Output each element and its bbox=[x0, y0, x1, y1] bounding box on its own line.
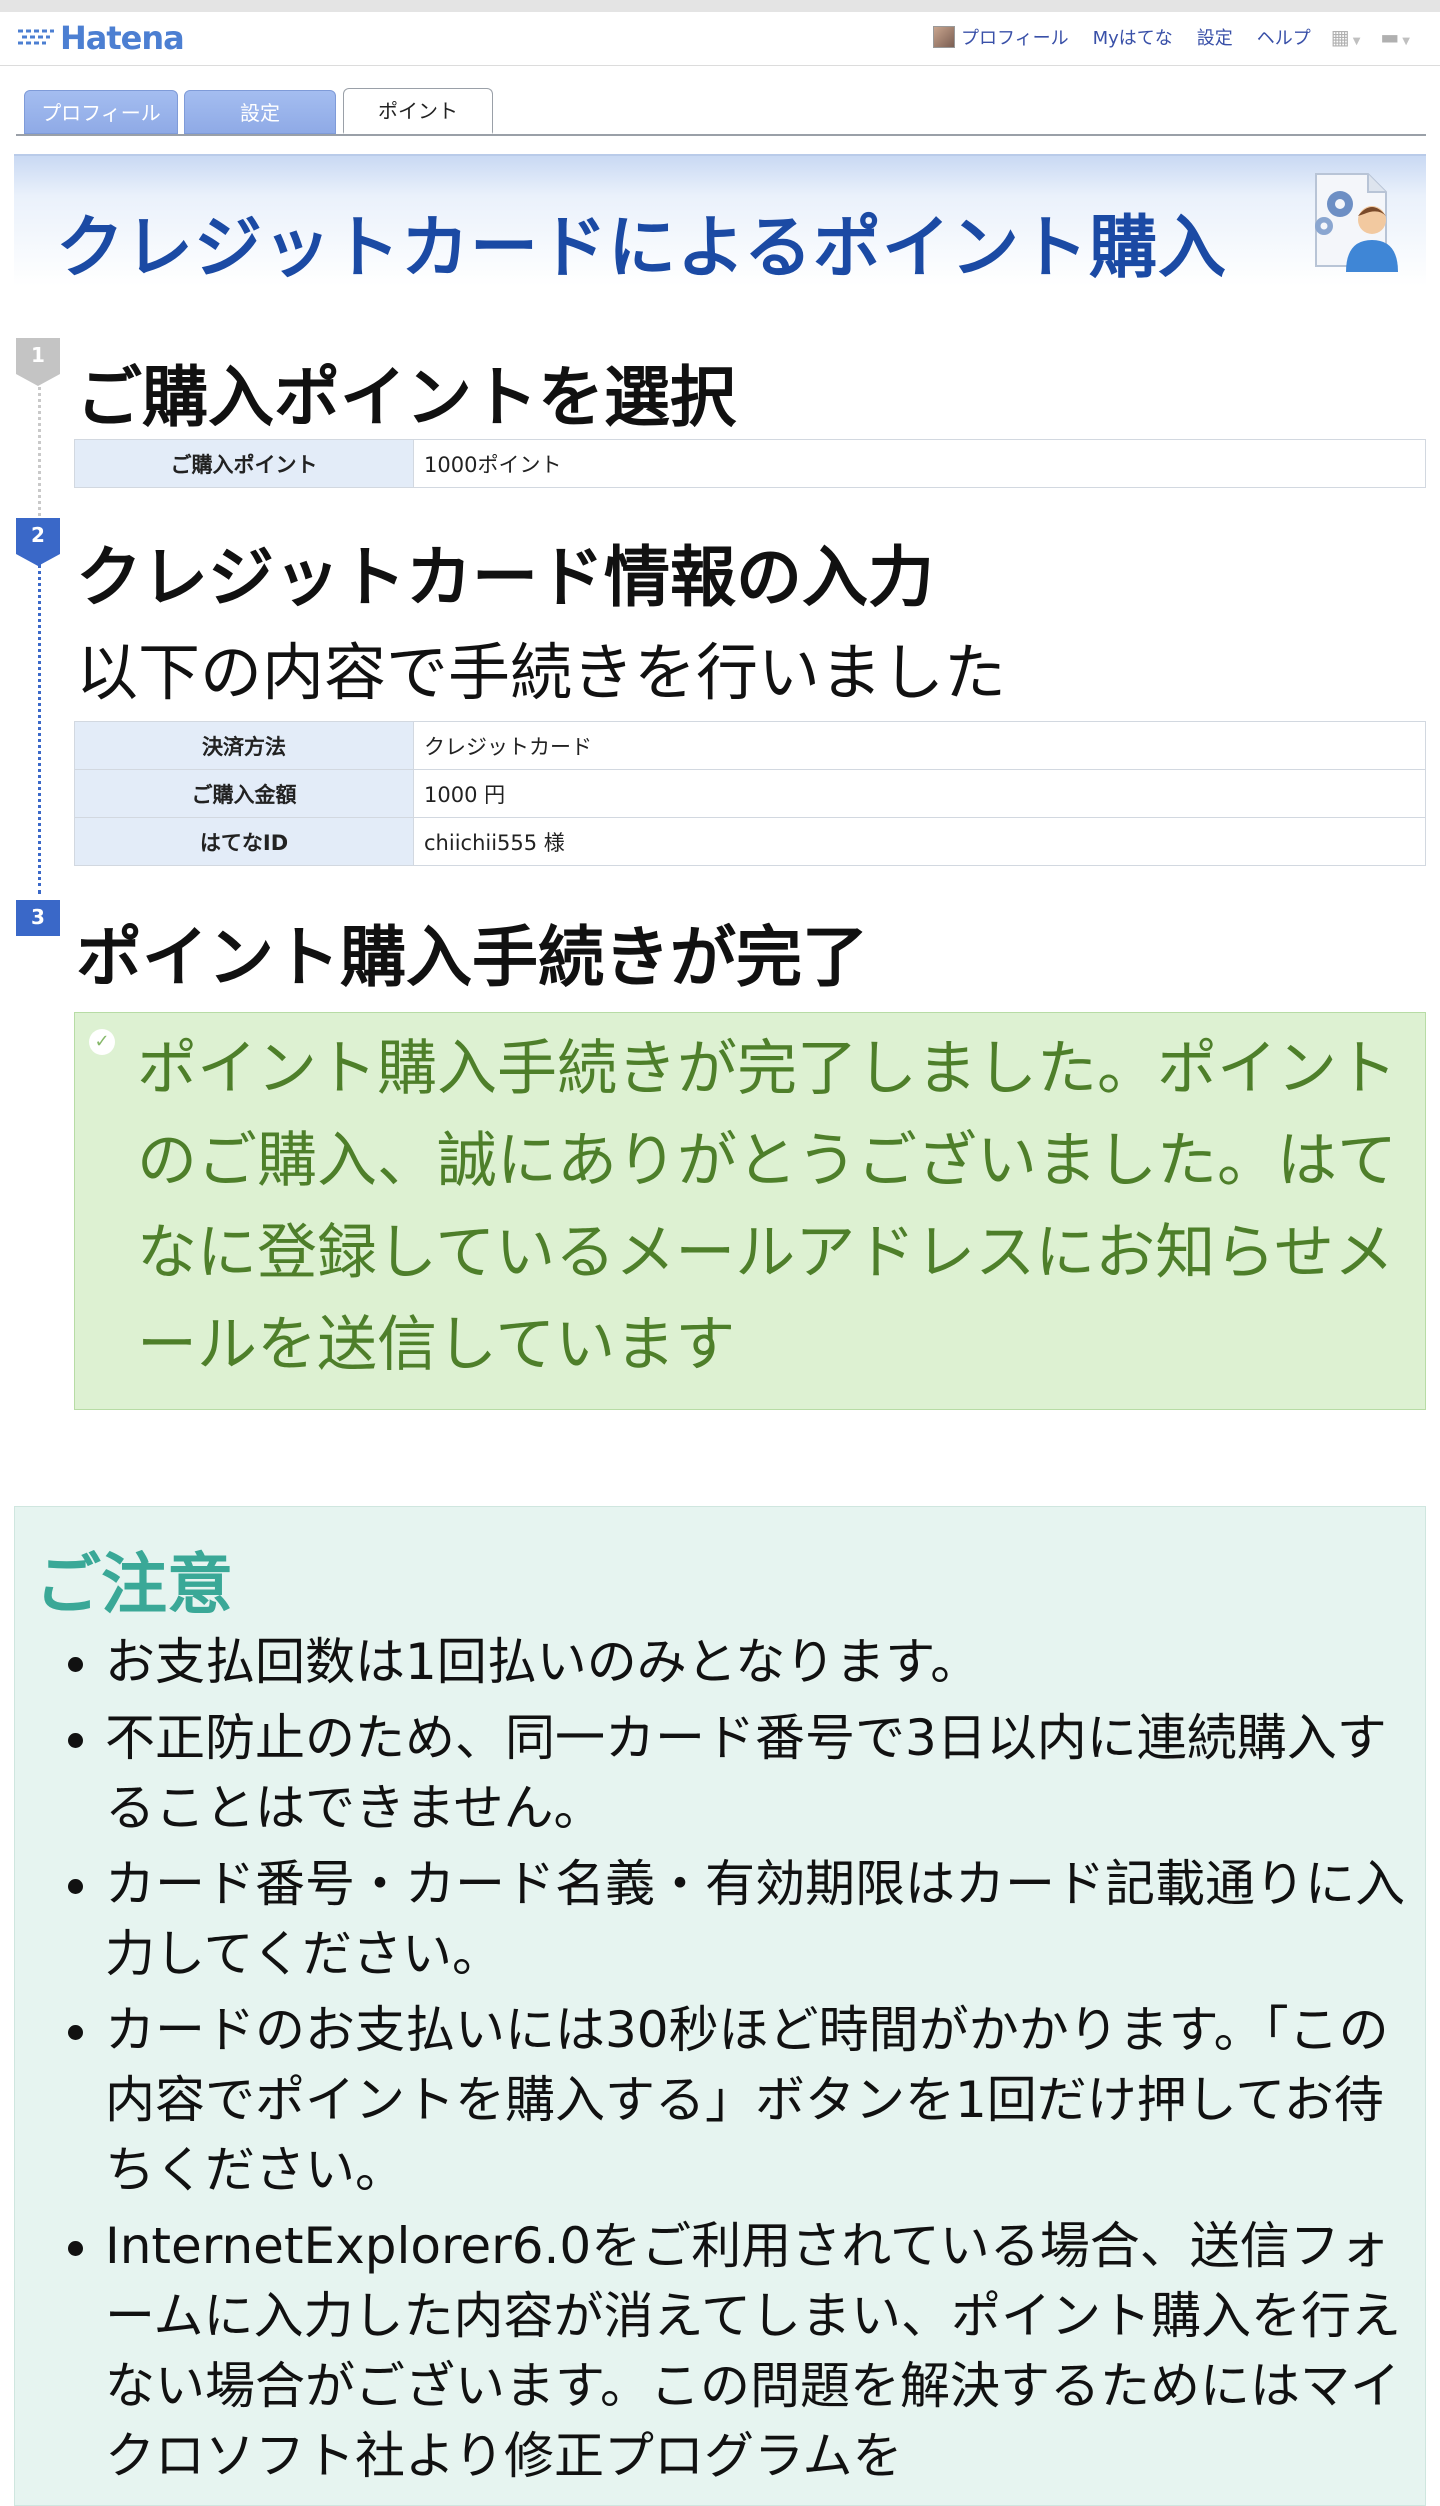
success-message-box: ✓ ポイント購入手続きが完了しました。ポイントのご購入、誠にありがとうございまし… bbox=[74, 1012, 1426, 1410]
list-item: 不正防止のため、同一カード番号で3日以内に連続購入することはできません。 bbox=[105, 1703, 1415, 1843]
help-link[interactable]: ヘルプ bbox=[1257, 24, 1311, 50]
avatar[interactable] bbox=[932, 26, 955, 48]
grid-icon[interactable]: ▦ ▼ bbox=[1331, 25, 1361, 49]
tab-settings[interactable]: 設定 bbox=[184, 90, 336, 134]
comment-icon[interactable]: ▬ ▼ bbox=[1380, 25, 1410, 49]
step-3-heading: ポイント購入手続きが完了 bbox=[76, 919, 868, 996]
table-row: ご購入金額 1000 円 bbox=[74, 769, 1426, 818]
notice-title: ご注意 bbox=[35, 1546, 233, 1623]
my-hatena-link[interactable]: Myはてな bbox=[1093, 24, 1173, 50]
profile-link[interactable]: プロフィール bbox=[961, 24, 1069, 50]
payment-table: 決済方法 クレジットカード ご購入金額 1000 円 はてなID chiichi… bbox=[74, 721, 1426, 866]
hatena-logo-icon bbox=[18, 29, 54, 45]
page-title: クレジットカードによるポイント購入 bbox=[56, 209, 1227, 288]
points-table: ご購入ポイント 1000ポイント bbox=[74, 439, 1426, 488]
list-item: カード番号・カード名義・有効期限はカード記載通りに入力してください。 bbox=[105, 1849, 1415, 1989]
table-row: 決済方法 クレジットカード bbox=[74, 721, 1426, 770]
chevron-down-icon: ▼ bbox=[1402, 36, 1410, 47]
check-icon: ✓ bbox=[89, 1029, 115, 1055]
chevron-down-icon: ▼ bbox=[1352, 36, 1361, 47]
list-item: カードのお支払いには30秒ほど時間がかかります。「この内容でポイントを購入する」… bbox=[105, 1995, 1415, 2205]
step-2-subheading: 以下の内容で手続きを行いました bbox=[76, 636, 1007, 709]
step-1-heading: ご購入ポイントを選択 bbox=[76, 359, 736, 436]
step-2-marker: 2 bbox=[16, 518, 60, 566]
success-message: ポイント購入手続きが完了しました。ポイントのご購入、誠にありがとうございました。… bbox=[137, 1034, 1397, 1380]
user-settings-icon bbox=[1315, 173, 1398, 272]
hatena-logo[interactable]: Hatena bbox=[16, 18, 185, 58]
table-row: ご購入ポイント 1000ポイント bbox=[74, 439, 1426, 488]
step-3-marker: 3 bbox=[16, 900, 60, 936]
step-1-marker: 1 bbox=[16, 338, 60, 386]
tab-bar: プロフィール 設定 ポイント bbox=[16, 88, 1426, 136]
step-2-heading: クレジットカード情報の入力 bbox=[76, 539, 934, 616]
logo-text: Hatena bbox=[60, 19, 185, 57]
global-header: Hatena プロフィール Myはてな 設定 ヘルプ ▦ ▼ ▬ ▼ bbox=[0, 0, 1440, 66]
header-links: プロフィール Myはてな 設定 ヘルプ ▦ ▼ ▬ ▼ bbox=[932, 24, 1410, 50]
list-item: InternetExplorer6.0をご利用されている場合、送信フォームに入力… bbox=[105, 2211, 1415, 2491]
title-band: クレジットカードによるポイント購入 bbox=[14, 154, 1426, 296]
table-row: はてなID chiichii555 様 bbox=[74, 817, 1426, 866]
step-connector-2 bbox=[38, 564, 41, 894]
table-key: ご購入ポイント bbox=[74, 439, 414, 488]
step-connector-1 bbox=[38, 376, 41, 516]
table-key: 決済方法 bbox=[74, 721, 414, 770]
table-value: chiichii555 様 bbox=[413, 817, 1426, 866]
list-item: お支払回数は1回払いのみとなります。 bbox=[105, 1627, 1415, 1697]
tab-profile[interactable]: プロフィール bbox=[24, 90, 178, 134]
table-value: クレジットカード bbox=[413, 721, 1426, 770]
table-key: ご購入金額 bbox=[74, 769, 414, 818]
table-value: 1000ポイント bbox=[413, 439, 1426, 488]
table-key: はてなID bbox=[74, 817, 414, 866]
notice-list: お支払回数は1回払いのみとなります。 不正防止のため、同一カード番号で3日以内に… bbox=[35, 1627, 1415, 2497]
tab-points[interactable]: ポイント bbox=[343, 88, 493, 134]
table-value: 1000 円 bbox=[413, 769, 1426, 818]
notice-box: ご注意 お支払回数は1回払いのみとなります。 不正防止のため、同一カード番号で3… bbox=[14, 1506, 1426, 2506]
settings-link[interactable]: 設定 bbox=[1197, 24, 1233, 50]
